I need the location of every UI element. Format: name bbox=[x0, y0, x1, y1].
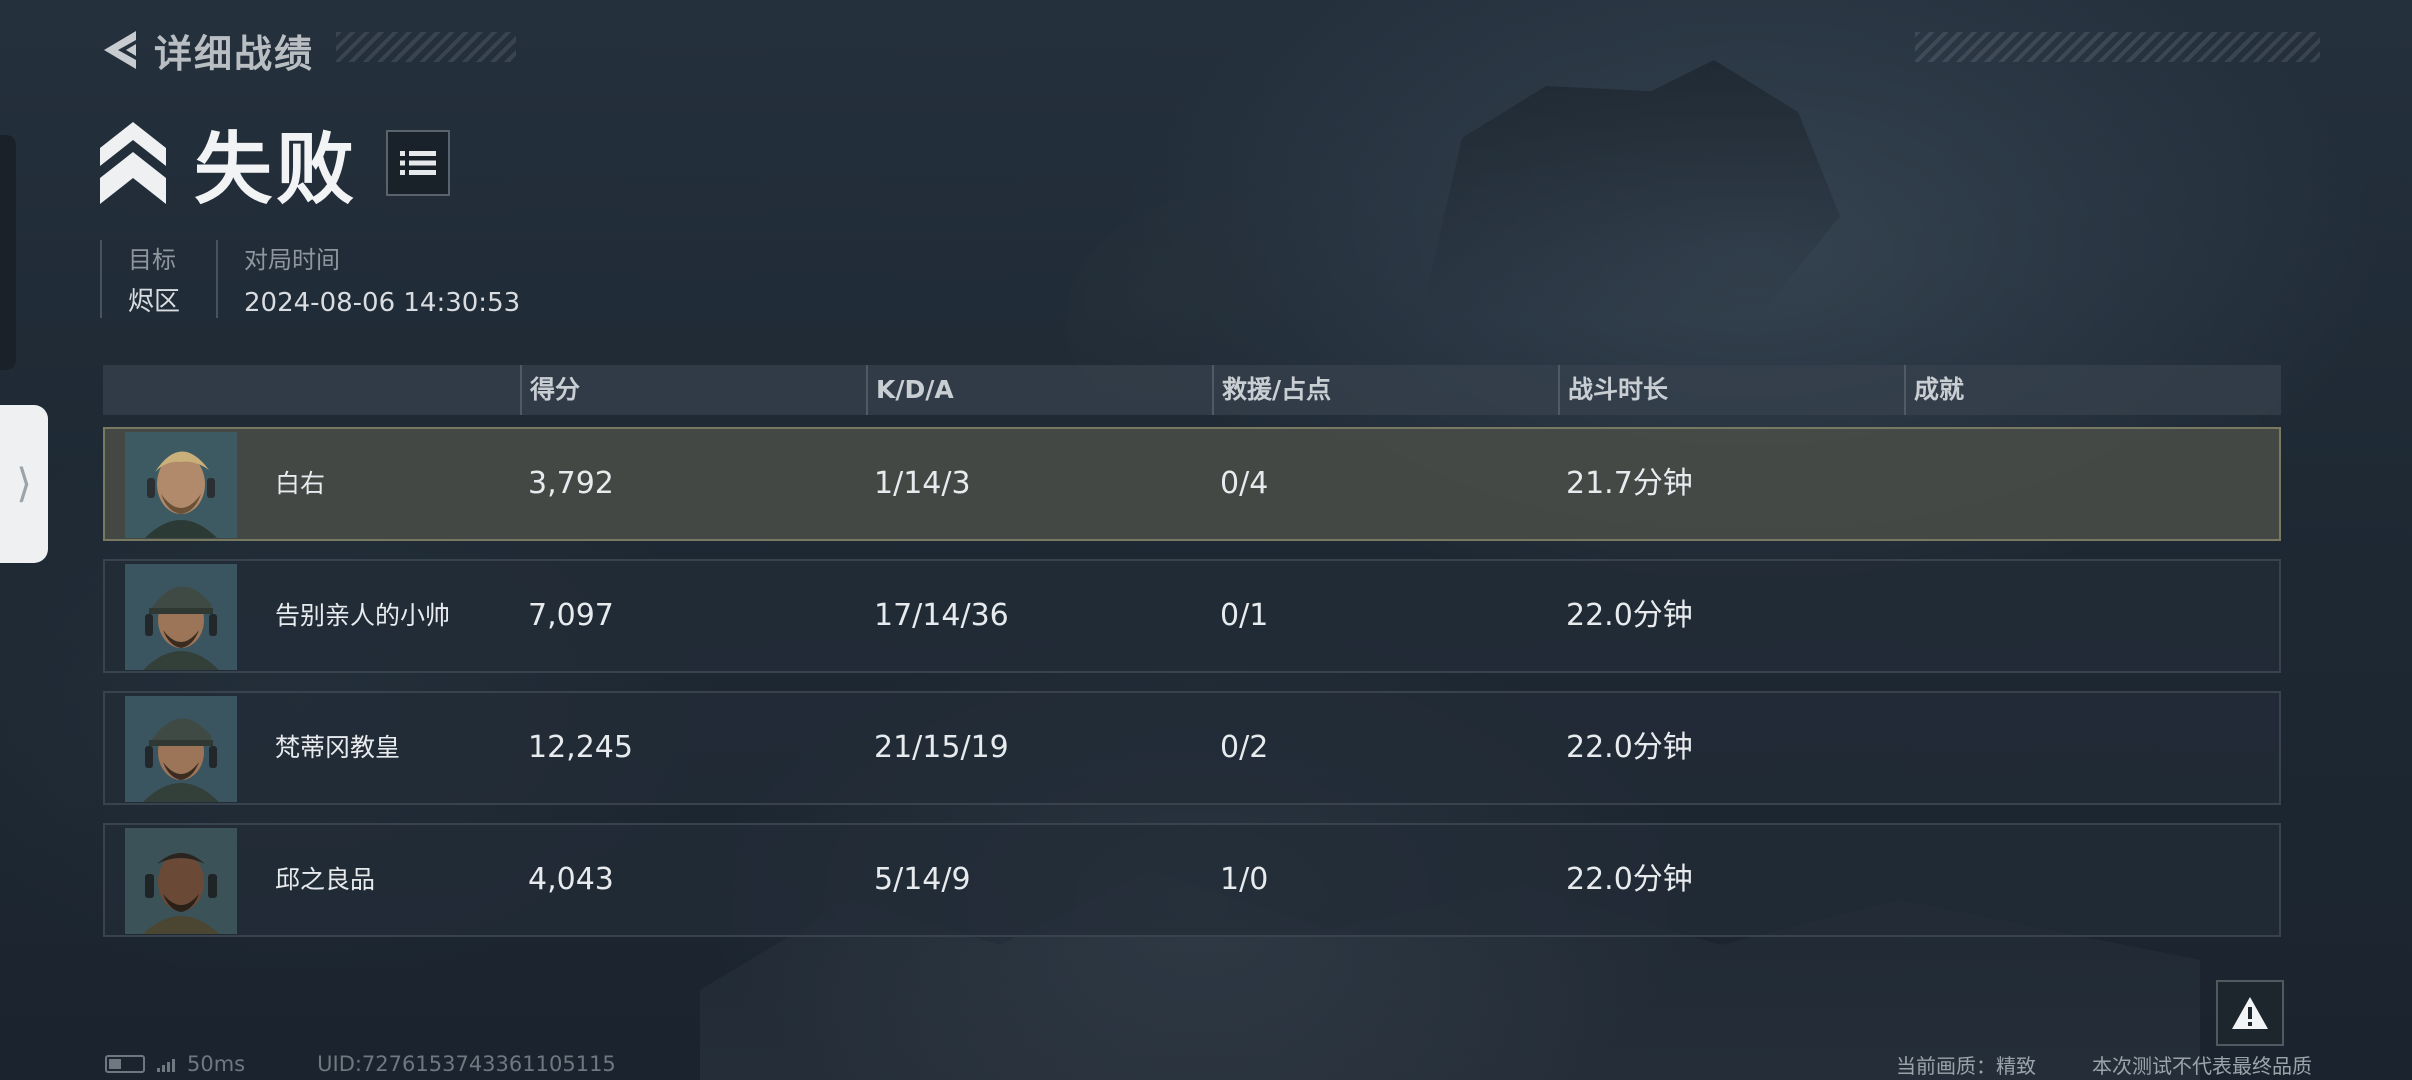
list-toggle-button[interactable] bbox=[386, 130, 451, 196]
table-header: 得分 K/D/A 救援/占点 战斗时长 成就 bbox=[103, 365, 2281, 415]
chevron-right-icon: ⟩ bbox=[16, 461, 32, 507]
decor-hatch-right bbox=[1915, 32, 2320, 62]
warning-icon bbox=[2232, 997, 2268, 1029]
scoreboard-table: 得分 K/D/A 救援/占点 战斗时长 成就 白右 3,792 1/14/3 0… bbox=[103, 365, 2281, 955]
column-header-score: 得分 bbox=[520, 365, 580, 415]
score-value: 7,097 bbox=[528, 598, 614, 633]
column-header-rescue: 救援/占点 bbox=[1212, 365, 1331, 415]
player-name: 白右 bbox=[275, 469, 326, 498]
avatar bbox=[125, 432, 237, 538]
column-header-duration: 战斗时长 bbox=[1558, 365, 1668, 415]
kda-value: 5/14/9 bbox=[874, 862, 971, 897]
report-button[interactable] bbox=[2216, 980, 2284, 1046]
side-panel-edge bbox=[0, 135, 16, 370]
score-value: 3,792 bbox=[528, 466, 614, 501]
duration-value: 22.0分钟 bbox=[1566, 862, 1693, 897]
player-name: 邱之良品 bbox=[275, 865, 376, 894]
table-row[interactable]: 告别亲人的小帅 7,097 17/14/36 0/1 22.0分钟 bbox=[103, 559, 2281, 673]
rescue-value: 0/1 bbox=[1220, 598, 1269, 633]
duration-value: 21.7分钟 bbox=[1566, 466, 1693, 501]
test-disclaimer: 本次测试不代表最终品质 bbox=[2092, 1054, 2312, 1078]
score-value: 12,245 bbox=[528, 730, 633, 765]
table-row[interactable]: 白右 3,792 1/14/3 0/4 21.7分钟 bbox=[103, 427, 2281, 541]
footer-notes: 当前画质：精致 本次测试不代表最终品质 bbox=[1896, 1050, 2312, 1079]
page-title: 详细战绩 bbox=[154, 31, 315, 76]
target-label: 目标 bbox=[128, 246, 176, 274]
rescue-value: 0/2 bbox=[1220, 730, 1269, 765]
avatar bbox=[125, 564, 237, 670]
match-result: 失败 bbox=[194, 125, 359, 215]
target-value: 烬区 bbox=[128, 287, 181, 317]
target-block: 目标 烬区 bbox=[100, 240, 216, 318]
status-bar: 50ms UID:7276153743361105115 bbox=[105, 1052, 616, 1076]
score-value: 4,043 bbox=[528, 862, 614, 897]
duration-value: 22.0分钟 bbox=[1566, 730, 1693, 765]
avatar bbox=[125, 828, 237, 934]
column-header-achievement: 成就 bbox=[1904, 365, 1964, 415]
time-value: 2024-08-06 14:30:53 bbox=[244, 288, 521, 318]
back-button[interactable]: 详细战绩 bbox=[100, 25, 315, 76]
result-header: 失败 bbox=[100, 118, 451, 215]
table-row[interactable]: 梵蒂冈教皇 12,245 21/15/19 0/2 22.0分钟 bbox=[103, 691, 2281, 805]
player-name: 梵蒂冈教皇 bbox=[275, 733, 401, 762]
column-header-kda: K/D/A bbox=[866, 365, 954, 415]
time-block: 对局时间 2024-08-06 14:30:53 bbox=[216, 240, 556, 318]
chevron-rank-icon bbox=[100, 122, 166, 204]
match-detail-screen: ⟩ 详细战绩 失败 目标 烬区 对局时间 2024-08-06 14:30:53… bbox=[0, 0, 2412, 1080]
kda-value: 1/14/3 bbox=[874, 466, 971, 501]
ping-value: 50ms bbox=[187, 1052, 246, 1076]
battery-icon bbox=[105, 1055, 145, 1073]
signal-icon bbox=[157, 1056, 175, 1072]
match-meta: 目标 烬区 对局时间 2024-08-06 14:30:53 bbox=[100, 240, 556, 318]
time-label: 对局时间 bbox=[244, 246, 341, 274]
player-name: 告别亲人的小帅 bbox=[275, 601, 451, 630]
kda-value: 17/14/36 bbox=[874, 598, 1009, 633]
rescue-value: 1/0 bbox=[1220, 862, 1269, 897]
avatar bbox=[125, 696, 237, 802]
table-row[interactable]: 邱之良品 4,043 5/14/9 1/0 22.0分钟 bbox=[103, 823, 2281, 937]
uid-text: UID:7276153743361105115 bbox=[317, 1052, 616, 1076]
background-structure bbox=[1420, 60, 1840, 320]
side-drawer-handle[interactable]: ⟩ bbox=[0, 405, 48, 563]
kda-value: 21/15/19 bbox=[874, 730, 1009, 765]
graphics-quality: 当前画质：精致 bbox=[1896, 1054, 2036, 1078]
back-arrow-icon bbox=[104, 31, 136, 69]
list-icon bbox=[400, 151, 437, 175]
rescue-value: 0/4 bbox=[1220, 466, 1269, 501]
duration-value: 22.0分钟 bbox=[1566, 598, 1693, 633]
decor-hatch-left bbox=[336, 32, 516, 62]
